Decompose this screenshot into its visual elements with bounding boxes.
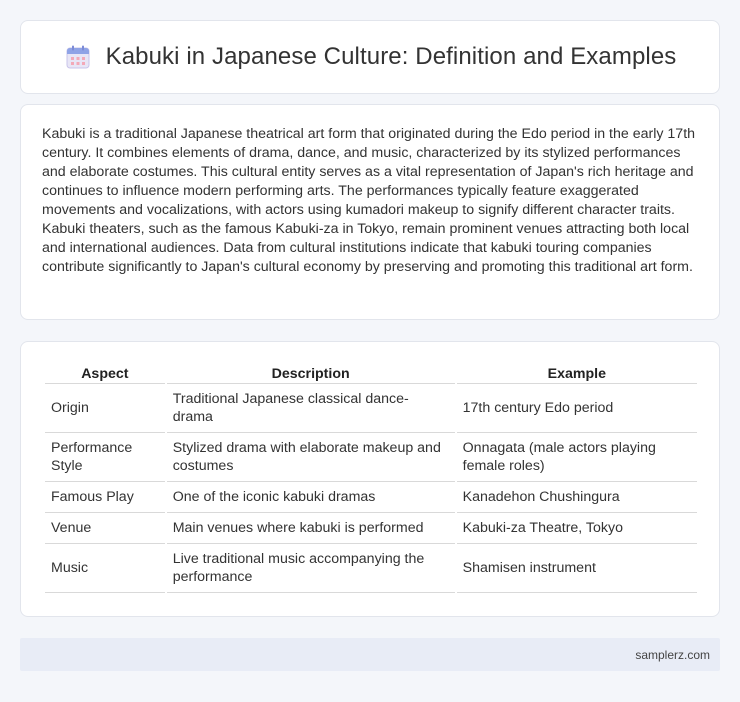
header-aspect: Aspect (45, 360, 165, 384)
table-row: Music Live traditional music accompanyin… (45, 544, 697, 593)
cell-example: Onnagata (male actors playing female rol… (456, 433, 697, 482)
cell-aspect: Origin (45, 384, 165, 433)
header-description: Description (166, 360, 455, 384)
cell-description: Live traditional music accompanying the … (166, 544, 455, 593)
table-row: Origin Traditional Japanese classical da… (45, 384, 697, 433)
table-header-row: Aspect Description Example (45, 360, 697, 384)
footer-site-link[interactable]: samplerz.com (635, 648, 710, 662)
cell-example: 17th century Edo period (456, 384, 697, 433)
header-example: Example (456, 360, 697, 384)
calendar-icon (64, 43, 92, 71)
cell-example: Kanadehon Chushingura (456, 482, 697, 513)
cell-example: Shamisen instrument (456, 544, 697, 593)
footer-bar: samplerz.com (20, 638, 720, 671)
cell-example: Kabuki-za Theatre, Tokyo (456, 513, 697, 544)
cell-description: One of the iconic kabuki dramas (166, 482, 455, 513)
cell-aspect: Famous Play (45, 482, 165, 513)
intro-card: Kabuki is a traditional Japanese theatri… (20, 104, 720, 320)
cell-description: Main venues where kabuki is performed (166, 513, 455, 544)
cell-description: Traditional Japanese classical dance-dra… (166, 384, 455, 433)
kabuki-table: Aspect Description Example Origin Tradit… (43, 360, 699, 593)
cell-aspect: Performance Style (45, 433, 165, 482)
table-row: Famous Play One of the iconic kabuki dra… (45, 482, 697, 513)
page-title: Kabuki in Japanese Culture: Definition a… (105, 43, 677, 70)
table-card: Aspect Description Example Origin Tradit… (20, 341, 720, 617)
cell-description: Stylized drama with elaborate makeup and… (166, 433, 455, 482)
title-row: Kabuki in Japanese Culture: Definition a… (64, 43, 677, 71)
intro-paragraph: Kabuki is a traditional Japanese theatri… (42, 126, 696, 275)
table-row: Venue Main venues where kabuki is perfor… (45, 513, 697, 544)
table-row: Performance Style Stylized drama with el… (45, 433, 697, 482)
cell-aspect: Venue (45, 513, 165, 544)
cell-aspect: Music (45, 544, 165, 593)
title-card: Kabuki in Japanese Culture: Definition a… (20, 20, 720, 94)
